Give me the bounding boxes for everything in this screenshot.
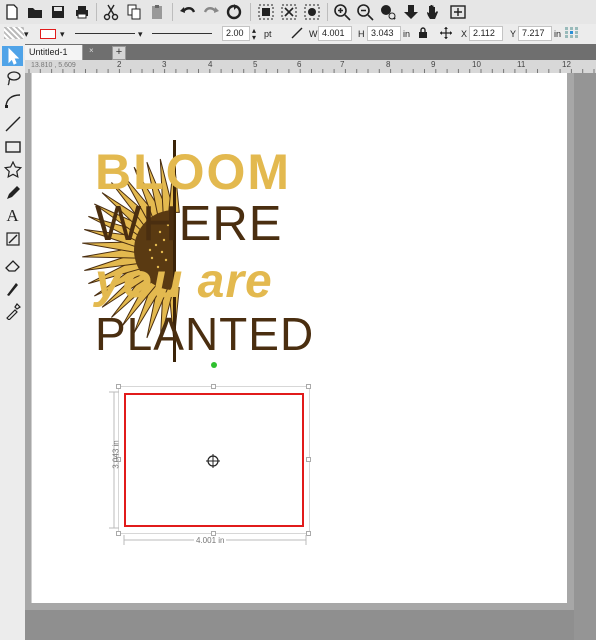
- ruler-tick-label: 3: [162, 60, 167, 69]
- ruler-tick-label: 5: [253, 60, 258, 69]
- artwork-text-bloom[interactable]: BLOOM: [95, 143, 291, 201]
- deselect-icon[interactable]: [279, 2, 299, 22]
- stroke-unit: pt: [264, 29, 272, 39]
- select-arrow-icon[interactable]: [2, 46, 23, 66]
- stroke-color-dropdown-icon[interactable]: ▾: [60, 27, 65, 41]
- height-dimension-label: 3.043 in: [111, 440, 121, 469]
- new-file-icon[interactable]: [2, 2, 22, 22]
- x-label: X: [461, 29, 468, 39]
- add-tab-button[interactable]: +: [112, 46, 126, 60]
- position-unit: in: [554, 29, 562, 39]
- size-unit: in: [403, 29, 411, 39]
- lasso-icon[interactable]: [2, 68, 23, 88]
- ruler-tick-label: 6: [297, 60, 302, 69]
- reference-point-icon[interactable]: [565, 27, 579, 39]
- stroke-color-swatch[interactable]: [40, 29, 56, 39]
- line-style-selector[interactable]: [75, 33, 135, 34]
- resize-handle[interactable]: [306, 457, 311, 462]
- artwork-text-planted[interactable]: PLANTED: [95, 307, 314, 361]
- copy-icon[interactable]: [124, 2, 144, 22]
- tool-palette: A: [0, 44, 26, 640]
- pasteboard-bottom: [25, 610, 574, 640]
- open-folder-icon[interactable]: [25, 2, 45, 22]
- lock-icon[interactable]: [418, 27, 428, 41]
- save-icon[interactable]: [48, 2, 68, 22]
- pan-hand-icon[interactable]: [424, 2, 444, 22]
- ruler-tick-label: 11: [517, 60, 526, 69]
- resize-handle[interactable]: [116, 531, 121, 536]
- zoom-fit-icon[interactable]: [378, 2, 398, 22]
- pencil-icon[interactable]: [2, 183, 23, 203]
- height-label: H: [358, 29, 365, 39]
- image-edit-icon[interactable]: [2, 229, 23, 249]
- select-all-icon[interactable]: [256, 2, 276, 22]
- rectangle-icon[interactable]: [2, 137, 23, 157]
- line-style-dropdown-icon[interactable]: ▾: [138, 27, 143, 41]
- y-field[interactable]: 7.217: [518, 26, 552, 41]
- fill-swatch[interactable]: [4, 27, 24, 39]
- tab-untitled-1[interactable]: Untitled-1: [25, 45, 83, 60]
- line-angle-icon[interactable]: [291, 27, 303, 41]
- ruler-tick-label: 12: [562, 60, 571, 69]
- ruler-tick-label: 8: [386, 60, 391, 69]
- move-down-icon[interactable]: [401, 2, 421, 22]
- redo-icon[interactable]: [201, 2, 221, 22]
- ruler-tick-label: 7: [340, 60, 345, 69]
- width-dimension-label: 4.001 in: [194, 536, 227, 545]
- zoom-out-icon[interactable]: [355, 2, 375, 22]
- refresh-icon[interactable]: [224, 2, 244, 22]
- zoom-select-icon[interactable]: [302, 2, 322, 22]
- resize-handle[interactable]: [211, 384, 216, 389]
- vertical-scroll-track[interactable]: [574, 73, 596, 640]
- zoom-in-icon[interactable]: [332, 2, 352, 22]
- undo-icon[interactable]: [178, 2, 198, 22]
- star-icon[interactable]: [2, 160, 23, 180]
- cut-icon[interactable]: [101, 2, 121, 22]
- resize-handle[interactable]: [116, 384, 121, 389]
- eraser-icon[interactable]: [2, 255, 23, 275]
- stroke-width-stepper[interactable]: ▴ ▾: [252, 27, 256, 42]
- text-icon[interactable]: A: [2, 206, 23, 226]
- center-crosshair-icon[interactable]: [206, 454, 220, 468]
- width-label: W: [309, 29, 318, 39]
- properties-bar: ▾ ▾ ▾ 2.00 ▴ ▾ pt W 4.001 H 3.043 in X 2.…: [0, 24, 596, 45]
- pen-curve-icon[interactable]: [2, 90, 23, 110]
- resize-handle[interactable]: [306, 384, 311, 389]
- x-field[interactable]: 2.112: [469, 26, 503, 41]
- rotation-handle[interactable]: [211, 362, 217, 368]
- height-field[interactable]: 3.043: [367, 26, 401, 41]
- y-label: Y: [510, 29, 517, 39]
- knife-icon[interactable]: [2, 278, 23, 298]
- horizontal-ruler[interactable]: 13.810 , 5.609 2 3 4 5 6 7 8 9 10 11 12: [25, 60, 596, 74]
- artwork-text-where[interactable]: WHERE: [95, 196, 282, 252]
- ruler-tick-label: 4: [208, 60, 213, 69]
- ruler-tick-label: 9: [431, 60, 436, 69]
- document-tab-bar: Untitled-1 × +: [25, 44, 596, 60]
- stroke-width-field[interactable]: 2.00: [222, 26, 250, 41]
- line-icon[interactable]: [2, 114, 23, 134]
- move-arrows-icon[interactable]: [440, 27, 452, 41]
- fit-page-icon[interactable]: [448, 2, 468, 22]
- ruler-tick-label: 2: [117, 60, 122, 69]
- ruler-tick-label: 10: [472, 60, 481, 69]
- main-toolbar: [0, 0, 596, 25]
- artwork-text-you-are[interactable]: you are: [95, 254, 273, 309]
- eyedropper-icon[interactable]: [2, 301, 23, 321]
- paste-icon[interactable]: [147, 2, 167, 22]
- print-icon[interactable]: [72, 2, 92, 22]
- fill-dropdown-icon[interactable]: ▾: [24, 27, 29, 41]
- ruler-ticks: [28, 69, 595, 73]
- line-end-selector[interactable]: [152, 33, 212, 34]
- tab-close-icon[interactable]: ×: [89, 47, 97, 55]
- width-field[interactable]: 4.001: [318, 26, 352, 41]
